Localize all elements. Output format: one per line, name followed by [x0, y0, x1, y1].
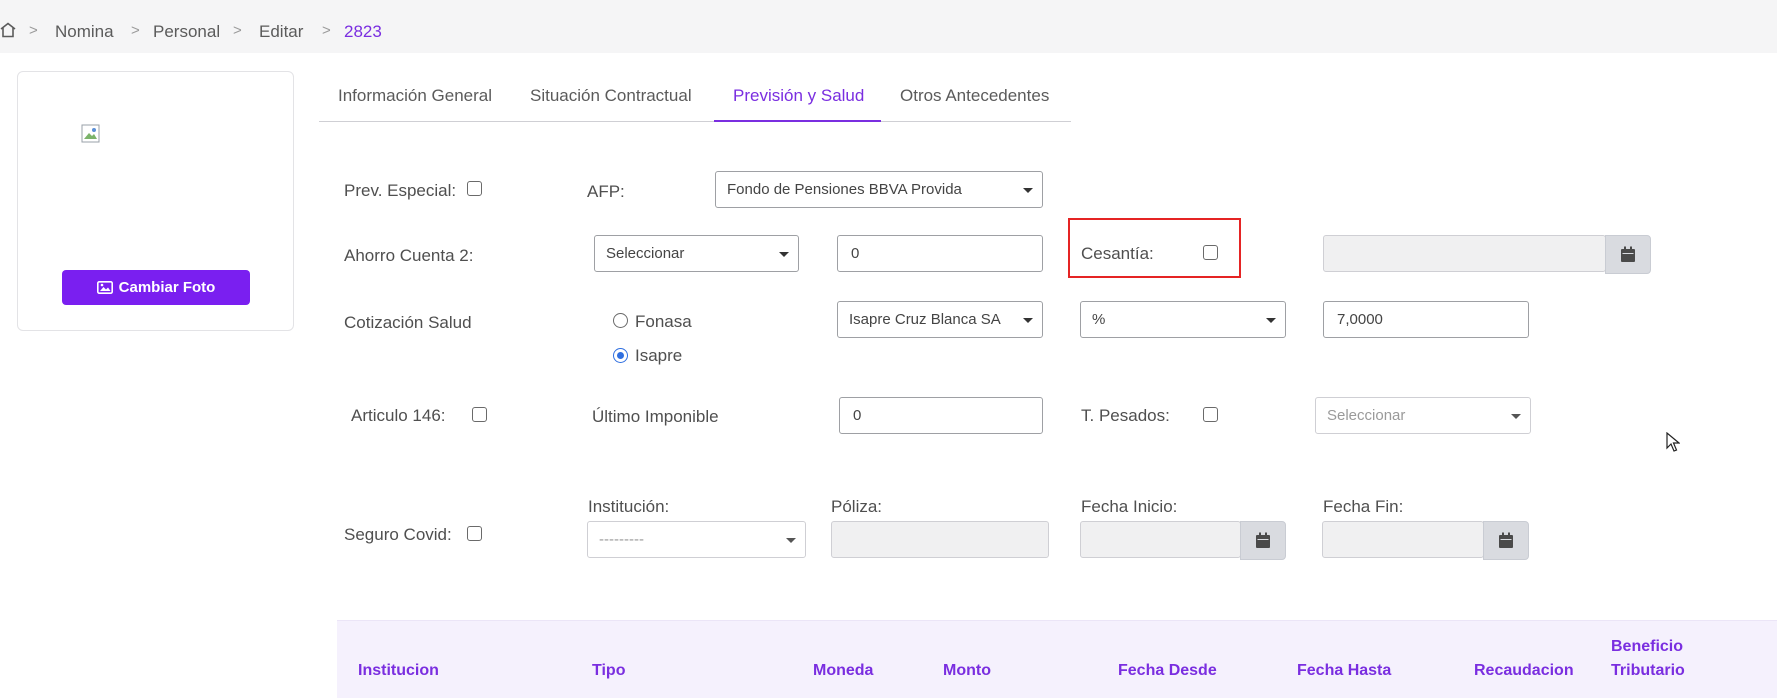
isapre-institution-select[interactable]: Isapre Cruz Blanca SA — [837, 301, 1043, 338]
change-photo-button[interactable]: Cambiar Foto — [62, 270, 250, 305]
ahorro-select-value: Seleccionar — [606, 245, 685, 262]
institucion-select[interactable]: --------- — [587, 521, 806, 558]
ultimo-imponible-input[interactable]: 0 — [839, 397, 1043, 434]
column-header-beneficio-tributario[interactable]: Beneficio Tributario — [1611, 635, 1701, 683]
poliza-label: Póliza: — [831, 497, 883, 516]
ahorro-amount-input[interactable]: 0 — [837, 235, 1043, 272]
fonasa-radio[interactable] — [613, 313, 628, 328]
t-pesados-checkbox[interactable] — [1203, 407, 1218, 422]
chevron-down-icon — [1023, 188, 1033, 193]
image-icon — [96, 281, 113, 294]
prev-especial-label: Prev. Especial: — [344, 181, 457, 200]
chevron-down-icon — [786, 538, 796, 543]
t-pesados-select-value: Seleccionar — [1327, 407, 1406, 424]
cesantia-date-input — [1323, 235, 1606, 272]
cotizacion-value-input[interactable]: 7,0000 — [1323, 301, 1529, 338]
tab-situacion-contractual[interactable]: Situación Contractual — [530, 86, 692, 106]
fecha-fin-calendar-button[interactable] — [1483, 521, 1529, 560]
mouse-cursor-icon — [1666, 432, 1680, 452]
ahorro-cuenta-label: Ahorro Cuenta 2: — [344, 246, 474, 265]
column-header-fecha-hasta[interactable]: Fecha Hasta — [1297, 659, 1391, 683]
unit-select-value: % — [1092, 311, 1106, 328]
seguro-covid-label: Seguro Covid: — [344, 525, 452, 544]
afp-label: AFP: — [587, 182, 625, 201]
column-header-moneda[interactable]: Moneda — [813, 659, 873, 683]
cotizacion-salud-label: Cotización Salud — [344, 313, 472, 332]
fecha-inicio-calendar-button[interactable] — [1240, 521, 1286, 560]
isapre-institution-value: Isapre Cruz Blanca SA — [849, 311, 1001, 328]
fecha-fin-input — [1322, 521, 1484, 558]
breadcrumb-separator: > — [322, 22, 331, 39]
institucion-label: Institución: — [588, 497, 670, 516]
calendar-icon — [1499, 532, 1513, 548]
tab-informacion-general[interactable]: Información General — [338, 86, 492, 106]
column-header-monto[interactable]: Monto — [943, 659, 991, 683]
chevron-down-icon — [1023, 318, 1033, 323]
breadcrumb-editar[interactable]: Editar — [259, 22, 303, 42]
breadcrumb-personal[interactable]: Personal — [153, 22, 220, 42]
breadcrumb-separator: > — [233, 22, 242, 39]
calendar-icon — [1621, 246, 1635, 262]
afp-select-value: Fondo de Pensiones BBVA Provida — [727, 181, 962, 198]
tab-otros-antecedentes[interactable]: Otros Antecedentes — [900, 86, 1049, 106]
chevron-down-icon — [779, 252, 789, 257]
afp-select[interactable]: Fondo de Pensiones BBVA Provida — [715, 171, 1043, 208]
column-header-institucion[interactable]: Institucion — [358, 659, 439, 683]
breadcrumb-separator: > — [131, 22, 140, 39]
home-icon[interactable] — [0, 22, 16, 38]
tab-prevision-salud[interactable]: Previsión y Salud — [733, 86, 864, 106]
breadcrumb-separator: > — [29, 22, 38, 39]
active-tab-indicator — [714, 120, 881, 122]
seguros-table-header: Institucion Tipo Moneda Monto Fecha Desd… — [337, 620, 1777, 698]
breadcrumb-current: 2823 — [344, 22, 382, 41]
prev-especial-checkbox[interactable] — [467, 181, 482, 196]
seguro-covid-checkbox[interactable] — [467, 526, 482, 541]
articulo-146-label: Articulo 146: — [351, 406, 446, 425]
fecha-inicio-input — [1080, 521, 1241, 558]
institucion-select-value: --------- — [599, 531, 644, 548]
fonasa-label: Fonasa — [635, 312, 692, 331]
isapre-radio[interactable] — [613, 348, 628, 363]
breadcrumb-nomina[interactable]: Nomina — [55, 22, 114, 42]
t-pesados-label: T. Pesados: — [1081, 406, 1170, 425]
column-header-tipo[interactable]: Tipo — [592, 659, 625, 683]
fecha-fin-label: Fecha Fin: — [1323, 497, 1404, 516]
poliza-input — [831, 521, 1049, 558]
cesantia-highlight — [1068, 218, 1241, 278]
breadcrumb: > Nomina > Personal > Editar > 2823 — [0, 0, 1777, 53]
articulo-146-checkbox[interactable] — [472, 407, 487, 422]
calendar-icon — [1256, 532, 1270, 548]
chevron-down-icon — [1511, 414, 1521, 419]
ultimo-imponible-label: Último Imponible — [592, 407, 719, 426]
ahorro-select[interactable]: Seleccionar — [594, 235, 799, 272]
column-header-fecha-desde[interactable]: Fecha Desde — [1118, 659, 1217, 683]
t-pesados-select[interactable]: Seleccionar — [1315, 397, 1531, 434]
photo-card: Cambiar Foto — [17, 71, 294, 331]
chevron-down-icon — [1266, 318, 1276, 323]
unit-select[interactable]: % — [1080, 301, 1286, 338]
fecha-inicio-label: Fecha Inicio: — [1081, 497, 1178, 516]
column-header-recaudacion[interactable]: Recaudacion — [1474, 659, 1574, 683]
cesantia-calendar-button[interactable] — [1605, 235, 1651, 274]
change-photo-label: Cambiar Foto — [118, 279, 216, 296]
broken-image-icon — [81, 124, 100, 143]
tab-bar: Información General Situación Contractua… — [319, 75, 1071, 122]
isapre-label: Isapre — [635, 346, 683, 365]
